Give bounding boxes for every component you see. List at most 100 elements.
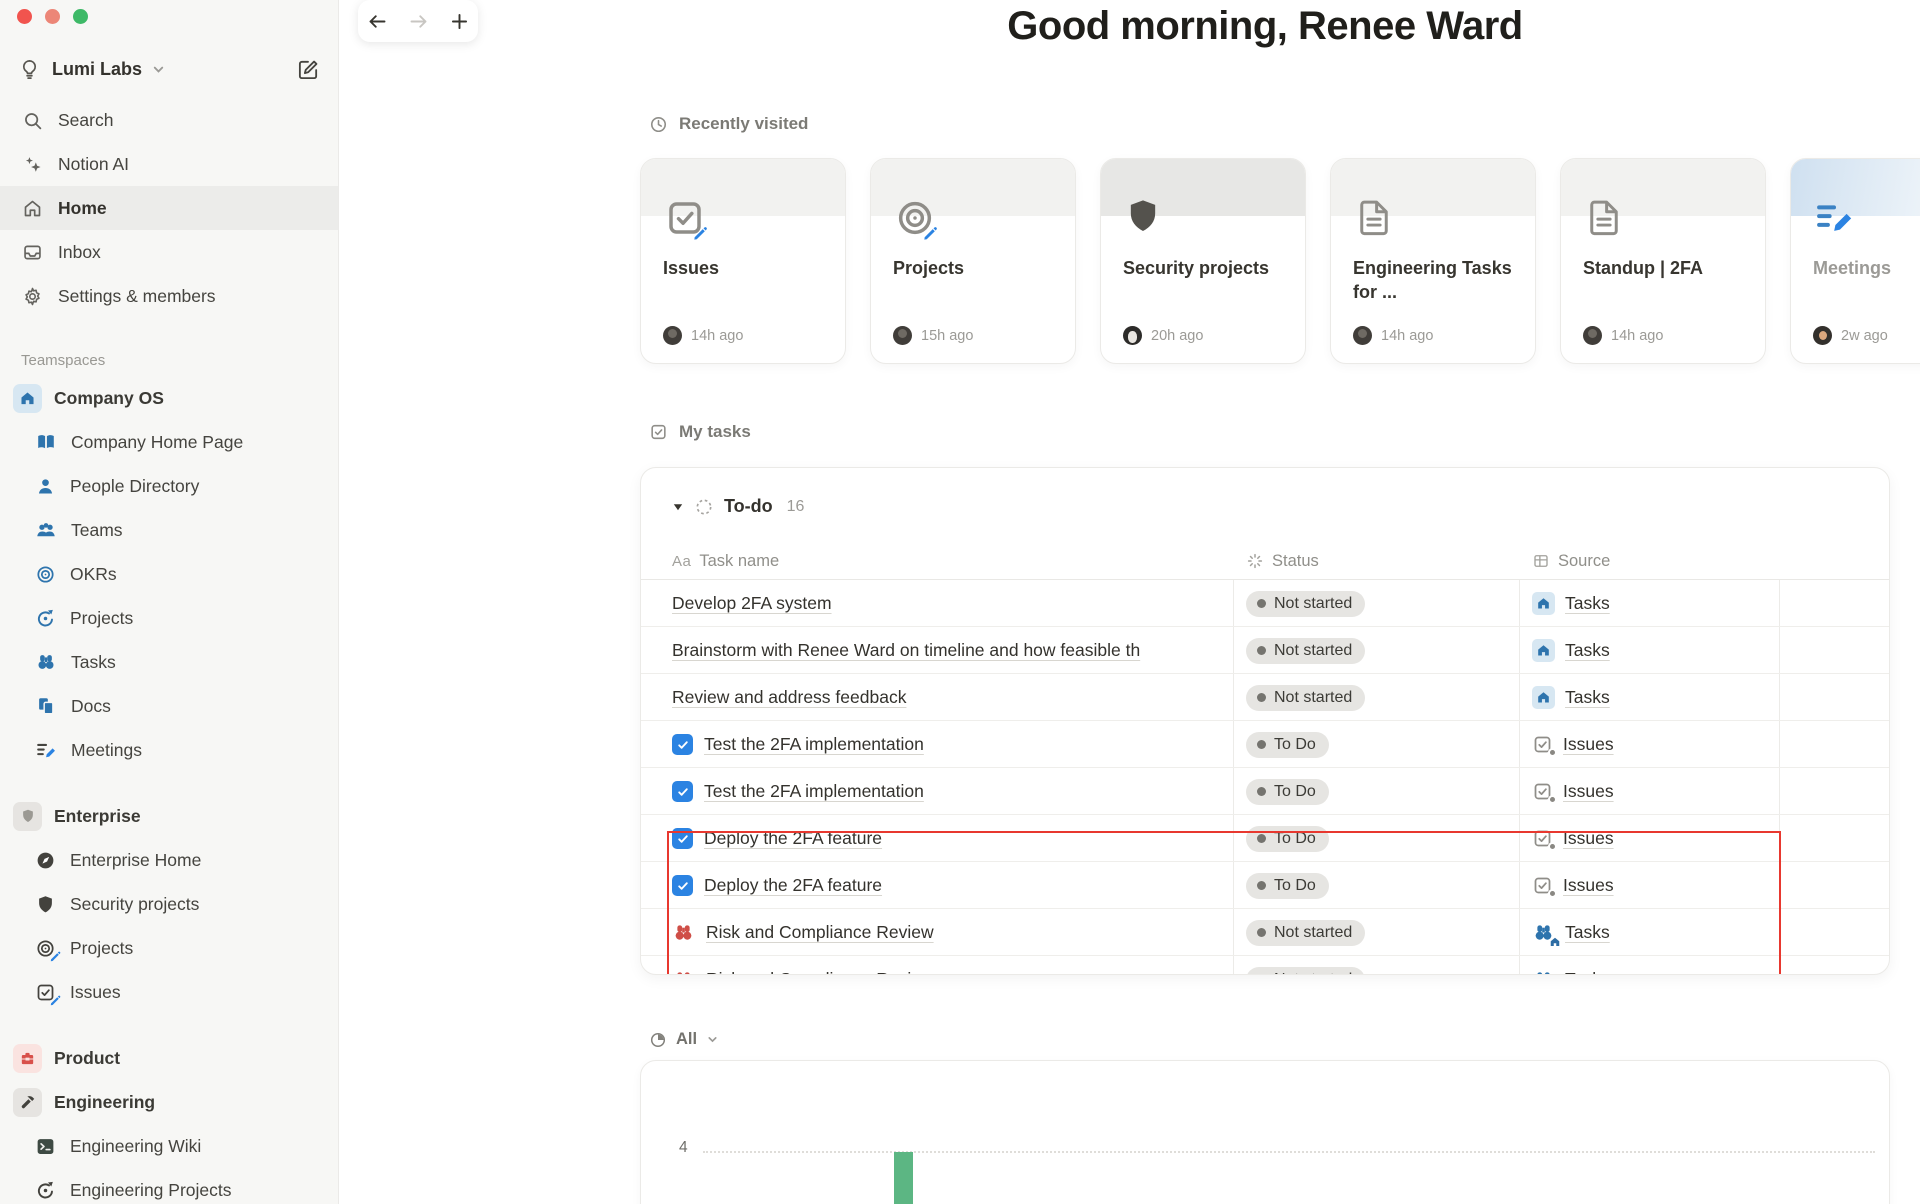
task-link[interactable]: Test the 2FA implementation [704, 781, 924, 802]
source-link[interactable]: Issues [1563, 875, 1614, 896]
status-cell[interactable]: Not started [1246, 580, 1366, 627]
table-row[interactable]: Deploy the 2FA feature To Do Issues [641, 815, 1889, 862]
source-cell[interactable]: Tasks [1532, 909, 1610, 956]
back-button[interactable] [365, 9, 389, 33]
sidebar-item-inbox[interactable]: Inbox [0, 230, 338, 274]
teamspace-label: Enterprise [54, 805, 141, 826]
status-cell[interactable]: To Do [1246, 721, 1329, 768]
sidebar-item-engineering-projects[interactable]: Engineering Projects [0, 1168, 338, 1204]
status-cell[interactable]: Not started [1246, 956, 1366, 974]
table-row[interactable]: Deploy the 2FA feature To Do Issues [641, 862, 1889, 909]
source-cell[interactable]: Issues [1532, 862, 1614, 909]
task-link[interactable]: Develop 2FA system [672, 593, 832, 614]
card-meetings[interactable]: Meetings 2w ago [1790, 158, 1920, 364]
todo-group-header[interactable]: To-do 16 [672, 496, 804, 517]
source-cell[interactable]: Tasks [1532, 580, 1610, 627]
sidebar-item-projects[interactable]: Projects [0, 596, 338, 640]
source-link[interactable]: Tasks [1565, 640, 1610, 661]
card-standup-2fa[interactable]: Standup | 2FA 14h ago [1560, 158, 1766, 364]
column-header-source[interactable]: Source [1532, 542, 1610, 580]
new-tab-button[interactable] [447, 9, 471, 33]
card-projects[interactable]: Projects 15h ago [870, 158, 1076, 364]
workspace-switcher[interactable]: Lumi Labs [8, 48, 330, 90]
task-link[interactable]: Risk and Compliance Review [706, 922, 934, 943]
zoom-window-button[interactable] [73, 9, 88, 24]
table-row[interactable]: Risk and Compliance Review Not started T… [641, 956, 1889, 974]
status-cell[interactable]: Not started [1246, 674, 1366, 721]
filter-dropdown-all[interactable]: All [649, 1030, 719, 1049]
source-link[interactable]: Tasks [1565, 687, 1610, 708]
table-row[interactable]: Review and address feedback Not started … [641, 674, 1889, 721]
source-cell[interactable]: Issues [1532, 721, 1614, 768]
sidebar-item-enterprise-home[interactable]: Enterprise Home [0, 838, 338, 882]
card-issues[interactable]: Issues 14h ago [640, 158, 846, 364]
card-security-projects[interactable]: Security projects 20h ago [1100, 158, 1306, 364]
sidebar-item-enterprise-projects[interactable]: Projects [0, 926, 338, 970]
sidebar-item-teams[interactable]: Teams [0, 508, 338, 552]
card-engineering-tasks[interactable]: Engineering Tasks for ... 14h ago [1330, 158, 1536, 364]
table-row[interactable]: Brainstorm with Renee Ward on timeline a… [641, 627, 1889, 674]
sidebar-teamspace-engineering[interactable]: Engineering [0, 1080, 338, 1124]
table-row[interactable]: Test the 2FA implementation To Do Issues [641, 768, 1889, 815]
source-link[interactable]: Tasks [1565, 969, 1610, 974]
task-link[interactable]: Risk and Compliance Review [706, 969, 934, 974]
sidebar-item-engineering-wiki[interactable]: Engineering Wiki [0, 1124, 338, 1168]
sidebar-item-tasks[interactable]: Tasks [0, 640, 338, 684]
bulb-icon [18, 58, 41, 81]
sidebar-item-settings[interactable]: Settings & members [0, 274, 338, 318]
sidebar-item-security-projects[interactable]: Security projects [0, 882, 338, 926]
status-cell[interactable]: To Do [1246, 862, 1329, 909]
status-cell[interactable]: Not started [1246, 627, 1366, 674]
sidebar-item-okrs[interactable]: OKRs [0, 552, 338, 596]
sidebar-teamspace-product[interactable]: Product [0, 1036, 338, 1080]
sidebar-item-docs[interactable]: Docs [0, 684, 338, 728]
shield-icon [13, 801, 42, 831]
source-link[interactable]: Issues [1563, 734, 1614, 755]
checked-checkbox-icon[interactable] [672, 781, 693, 802]
close-window-button[interactable] [17, 9, 32, 24]
checked-checkbox-icon[interactable] [672, 875, 693, 896]
source-link[interactable]: Tasks [1565, 593, 1610, 614]
task-link[interactable]: Brainstorm with Renee Ward on timeline a… [672, 640, 1140, 661]
compose-icon[interactable] [297, 58, 320, 81]
sidebar-item-people-directory[interactable]: People Directory [0, 464, 338, 508]
collapse-triangle-icon[interactable] [672, 501, 684, 513]
card-timestamp: 20h ago [1151, 327, 1204, 344]
sidebar-item-home[interactable]: Home [0, 186, 338, 230]
sidebar-item-meetings[interactable]: Meetings [0, 728, 338, 772]
bar-green[interactable] [894, 1152, 913, 1204]
minimize-window-button[interactable] [45, 9, 60, 24]
table-row[interactable]: Develop 2FA system Not started Tasks [641, 580, 1889, 627]
status-cell[interactable]: Not started [1246, 909, 1366, 956]
table-row[interactable]: Risk and Compliance Review Not started T… [641, 909, 1889, 956]
source-cell[interactable]: Issues [1532, 768, 1614, 815]
column-header-status[interactable]: Status [1246, 542, 1319, 580]
source-cell[interactable]: Tasks [1532, 674, 1610, 721]
source-cell[interactable]: Tasks [1532, 627, 1610, 674]
status-cell[interactable]: To Do [1246, 768, 1329, 815]
source-cell[interactable]: Issues [1532, 815, 1614, 862]
sidebar-item-notion-ai[interactable]: Notion AI [0, 142, 338, 186]
source-link[interactable]: Tasks [1565, 922, 1610, 943]
window-controls [17, 9, 88, 24]
sidebar-item-search[interactable]: Search [0, 98, 338, 142]
sidebar-item-company-home-page[interactable]: Company Home Page [0, 420, 338, 464]
sidebar-teamspace-company-os[interactable]: Company OS [0, 376, 338, 420]
source-link[interactable]: Issues [1563, 828, 1614, 849]
column-header-task-name[interactable]: Aa Task name [672, 542, 779, 580]
source-link[interactable]: Issues [1563, 781, 1614, 802]
recently-visited-header: Recently visited [649, 114, 808, 134]
sidebar-item-issues[interactable]: Issues [0, 970, 338, 1014]
status-cell[interactable]: To Do [1246, 815, 1329, 862]
table-row[interactable]: Test the 2FA implementation To Do Issues [641, 721, 1889, 768]
task-link[interactable]: Test the 2FA implementation [704, 734, 924, 755]
checked-checkbox-icon[interactable] [672, 828, 693, 849]
task-link[interactable]: Deploy the 2FA feature [704, 875, 882, 896]
forward-button[interactable] [406, 9, 430, 33]
task-link[interactable]: Review and address feedback [672, 687, 906, 708]
checked-checkbox-icon[interactable] [672, 734, 693, 755]
source-cell[interactable]: Tasks [1532, 956, 1610, 974]
sidebar-teamspace-enterprise[interactable]: Enterprise [0, 794, 338, 838]
task-link[interactable]: Deploy the 2FA feature [704, 828, 882, 849]
card-title: Security projects [1123, 258, 1270, 278]
